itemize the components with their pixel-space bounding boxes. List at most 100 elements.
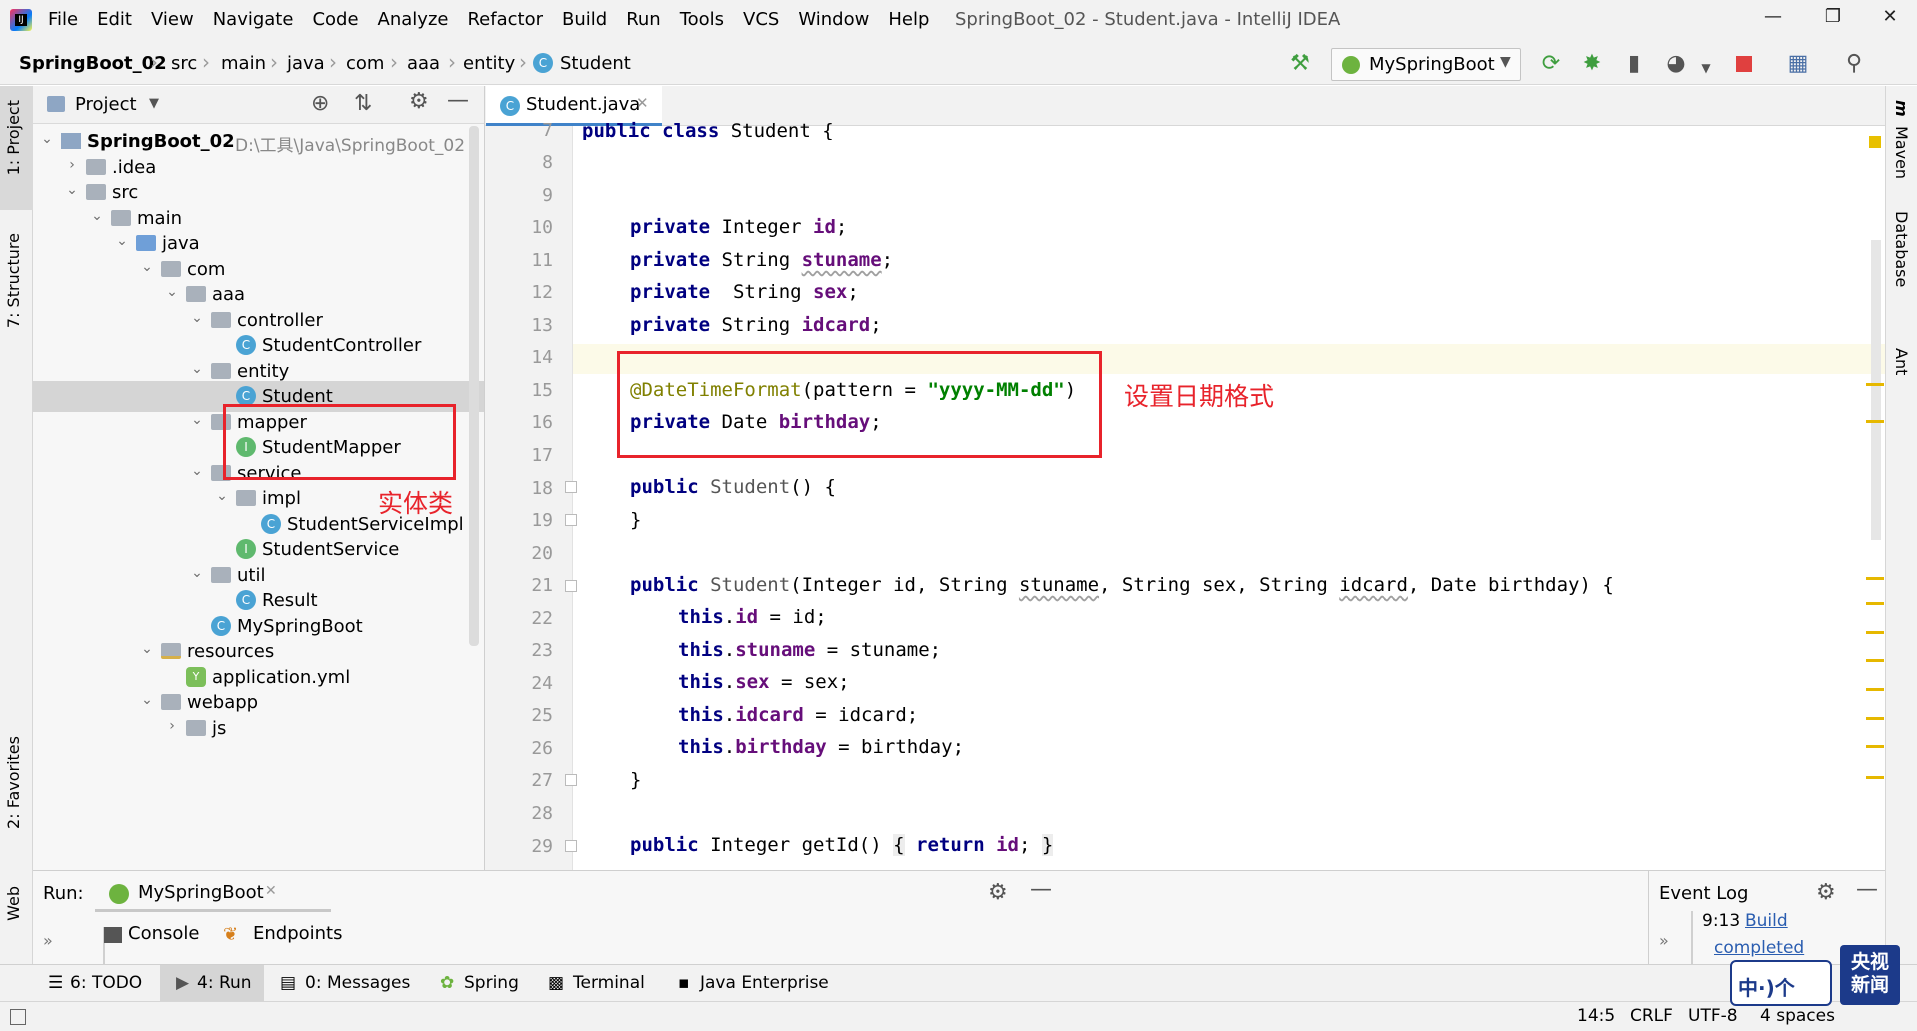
chevron-down-icon[interactable]: ⌄: [139, 692, 155, 708]
tab-console[interactable]: Console: [128, 923, 199, 944]
hide-panel-icon[interactable]: —: [1856, 877, 1878, 902]
caret-position[interactable]: 14:5: [1577, 1006, 1615, 1026]
line-number: 11: [531, 249, 553, 271]
run-configuration-select[interactable]: MySpringBoot ▼: [1331, 48, 1521, 81]
tab-web[interactable]: Web: [4, 886, 23, 921]
menu-code[interactable]: Code: [312, 9, 358, 30]
chevron-down-icon[interactable]: ⌄: [139, 259, 155, 275]
breadcrumb-project[interactable]: SpringBoot_02: [19, 53, 167, 74]
menu-analyze[interactable]: Analyze: [378, 9, 449, 30]
minimize-button[interactable]: —: [1753, 6, 1793, 36]
fold-marker[interactable]: [565, 840, 577, 852]
chevron-down-icon[interactable]: ⌄: [114, 233, 130, 249]
chevron-down-icon[interactable]: ▼: [149, 96, 159, 111]
gear-icon[interactable]: ⚙: [409, 89, 429, 114]
more-run-options-icon[interactable]: ▼: [1692, 54, 1720, 82]
chevron-down-icon[interactable]: ⌄: [189, 463, 205, 479]
close-tab-icon[interactable]: ✕: [636, 94, 649, 112]
gear-icon[interactable]: ⚙: [1816, 880, 1836, 905]
tool-java-enterprise[interactable]: Java Enterprise: [700, 973, 829, 993]
chevron-down-icon[interactable]: ⌄: [39, 131, 55, 147]
chevron-down-icon[interactable]: ⌄: [189, 310, 205, 326]
error-stripe-mark: [1866, 383, 1884, 386]
breadcrumb-com[interactable]: com: [346, 53, 384, 74]
tab-project[interactable]: 1: Project: [4, 100, 23, 175]
breadcrumb-aaa[interactable]: aaa: [407, 53, 440, 74]
editor-scrollbar[interactable]: [1871, 240, 1881, 540]
event-message-link[interactable]: Build: [1745, 911, 1788, 931]
tab-maven[interactable]: Maven: [1892, 126, 1911, 179]
chevron-down-icon[interactable]: ⌄: [139, 641, 155, 657]
menu-bar: IJ File Edit View Navigate Code Analyze …: [0, 0, 1917, 42]
menu-vcs[interactable]: VCS: [743, 9, 779, 30]
chevron-down-icon[interactable]: ⌄: [64, 182, 80, 198]
tree-scrollbar[interactable]: [469, 126, 479, 646]
run-with-coverage-icon[interactable]: ▮: [1620, 50, 1648, 78]
chevron-down-icon[interactable]: ⌄: [89, 208, 105, 224]
chevron-down-icon[interactable]: ⌄: [189, 361, 205, 377]
file-encoding[interactable]: UTF-8: [1688, 1006, 1738, 1026]
debug-icon[interactable]: ✸: [1578, 50, 1606, 78]
project-structure-icon[interactable]: ▦: [1784, 50, 1812, 78]
close-tab-icon[interactable]: ✕: [265, 883, 277, 899]
tool-run[interactable]: 4: Run: [197, 973, 252, 993]
run-config-tab[interactable]: MySpringBoot: [138, 882, 264, 903]
chevron-down-icon[interactable]: ⌄: [189, 412, 205, 428]
menu-run[interactable]: Run: [626, 9, 661, 30]
toggle-tool-windows-icon[interactable]: [10, 1009, 26, 1025]
menu-file[interactable]: File: [48, 9, 78, 30]
breadcrumb-main[interactable]: main: [221, 53, 266, 74]
menu-window[interactable]: Window: [798, 9, 869, 30]
chevron-down-icon[interactable]: ⌄: [189, 565, 205, 581]
tab-favorites[interactable]: 2: Favorites: [4, 736, 23, 829]
tab-ant[interactable]: Ant: [1892, 348, 1911, 375]
menu-edit[interactable]: Edit: [97, 9, 132, 30]
tree-item[interactable]: › js: [33, 713, 484, 744]
expand-toolbar-icon[interactable]: »: [43, 931, 53, 950]
fold-marker[interactable]: [565, 481, 577, 493]
chevron-right-icon[interactable]: ›: [64, 157, 80, 173]
locate-file-icon[interactable]: ⊕: [311, 91, 329, 116]
gear-icon[interactable]: ⚙: [988, 880, 1008, 905]
close-window-button[interactable]: ✕: [1870, 6, 1910, 36]
build-hammer-icon[interactable]: ⚒: [1286, 50, 1314, 78]
menu-tools[interactable]: Tools: [680, 9, 724, 30]
breadcrumb-java[interactable]: java: [287, 53, 325, 74]
tool-todo[interactable]: 6: TODO: [70, 973, 142, 993]
collapse-all-icon[interactable]: ⇅: [354, 91, 372, 116]
hide-panel-icon[interactable]: —: [1030, 877, 1052, 902]
menu-build[interactable]: Build: [562, 9, 607, 30]
line-separator[interactable]: CRLF: [1630, 1006, 1673, 1026]
menu-refactor[interactable]: Refactor: [467, 9, 543, 30]
stop-icon[interactable]: [1736, 56, 1752, 72]
fold-marker[interactable]: [565, 774, 577, 786]
inspection-status-icon[interactable]: [1869, 136, 1881, 148]
menu-view[interactable]: View: [151, 9, 194, 30]
fold-marker[interactable]: [565, 514, 577, 526]
expand-toolbar-icon[interactable]: »: [1659, 931, 1669, 950]
event-message-link-cont[interactable]: completed: [1714, 938, 1804, 958]
tab-structure[interactable]: 7: Structure: [4, 233, 23, 328]
menu-navigate[interactable]: Navigate: [213, 9, 294, 30]
profile-icon[interactable]: ◕: [1662, 50, 1690, 78]
tab-database[interactable]: Database: [1892, 211, 1911, 287]
rerun-icon[interactable]: ⟳: [1537, 50, 1565, 78]
hide-panel-icon[interactable]: —: [447, 88, 469, 113]
tool-terminal[interactable]: Terminal: [573, 973, 645, 993]
search-everywhere-icon[interactable]: ⚲: [1840, 50, 1868, 78]
chevron-down-icon[interactable]: ⌄: [164, 284, 180, 300]
breadcrumb-student[interactable]: Student: [560, 53, 631, 74]
breadcrumb-entity[interactable]: entity: [463, 53, 515, 74]
breadcrumb-src[interactable]: src: [171, 53, 197, 74]
menu-help[interactable]: Help: [888, 9, 929, 30]
fold-marker[interactable]: [565, 580, 577, 592]
right-tool-strip: m Maven Database Ant: [1885, 86, 1917, 964]
chevron-right-icon[interactable]: ›: [164, 718, 180, 734]
code-line-11: private String stuname;: [630, 249, 894, 271]
tool-spring[interactable]: Spring: [464, 973, 519, 993]
chevron-down-icon[interactable]: ⌄: [214, 488, 230, 504]
tab-endpoints[interactable]: Endpoints: [253, 923, 343, 944]
indent-setting[interactable]: 4 spaces: [1760, 1006, 1835, 1026]
restore-button[interactable]: ❐: [1813, 6, 1853, 36]
tool-messages[interactable]: 0: Messages: [305, 973, 410, 993]
